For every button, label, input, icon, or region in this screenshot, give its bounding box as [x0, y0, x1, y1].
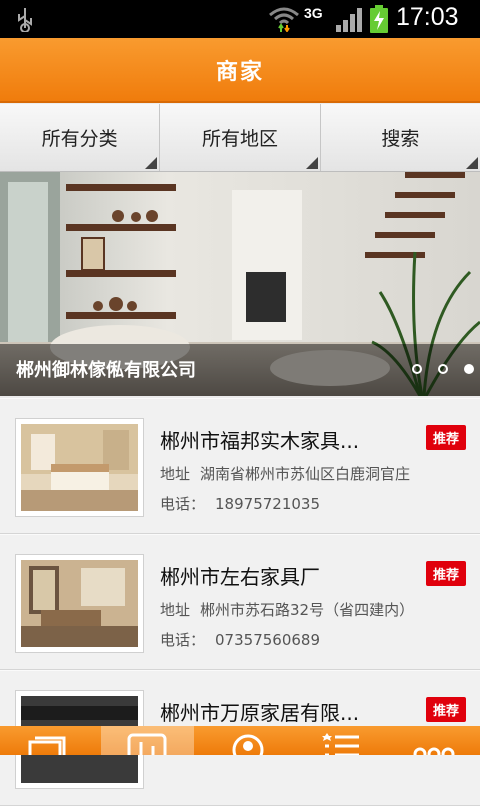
address-value: 郴州市苏石路32号（省四建内） [200, 601, 415, 619]
search-button[interactable]: 搜索 [321, 104, 480, 171]
phone-label: 电话： [160, 631, 206, 649]
merchant-address: 地址 湖南省郴州市苏仙区白鹿洞官庄 [160, 463, 410, 484]
list-icon [321, 733, 359, 755]
clock: 17:03 [396, 3, 459, 31]
wifi-icon [269, 7, 299, 32]
carousel-dot[interactable] [438, 364, 448, 374]
status-bar: 3G 17:03 [0, 0, 480, 38]
chart-icon [127, 733, 167, 755]
phone-value[interactable]: 07357560689 [215, 631, 320, 649]
nav-item-chart[interactable] [100, 726, 194, 755]
region-filter-button[interactable]: 所有地区 [160, 104, 321, 171]
merchant-name: 郴州市万原家居有限... [160, 701, 360, 725]
bedroom-image [21, 424, 138, 511]
nav-item-more[interactable] [387, 726, 480, 755]
battery-charging-icon [370, 5, 388, 33]
cards-icon [28, 736, 66, 755]
usb-icon [18, 8, 32, 32]
carousel-dot-active[interactable] [464, 364, 474, 374]
merchant-name: 郴州市福邦实木家具... [160, 429, 360, 453]
merchant-thumbnail [15, 554, 144, 653]
category-filter-button[interactable]: 所有分类 [0, 104, 161, 171]
title-bar: 商家 [0, 38, 480, 103]
merchant-phone: 电话： 18975721035 [160, 493, 320, 514]
merchant-thumbnail [15, 418, 144, 517]
carousel-indicator [412, 364, 474, 374]
banner-caption: 郴州御林傢俬有限公司 [16, 360, 196, 381]
dropdown-corner-icon [465, 157, 478, 169]
recommend-badge: 推荐 [425, 697, 466, 722]
bottom-nav [0, 726, 480, 755]
nav-item-person[interactable] [202, 726, 295, 755]
living-room-image [21, 560, 138, 647]
recommend-badge: 推荐 [425, 561, 466, 586]
merchant-address: 地址 郴州市苏石路32号（省四建内） [160, 599, 414, 620]
person-icon [232, 734, 264, 755]
dropdown-corner-icon [305, 157, 318, 169]
recommend-badge: 推荐 [425, 425, 466, 450]
nav-item-cards[interactable] [0, 726, 93, 755]
category-filter-label: 所有分类 [41, 128, 118, 150]
network-type: 3G [304, 5, 323, 21]
merchant-phone: 电话： 07357560689 [160, 629, 320, 650]
signal-icon [336, 8, 362, 32]
search-label: 搜索 [381, 128, 420, 150]
banner-carousel[interactable]: 郴州御林傢俬有限公司 [0, 172, 480, 396]
phone-value[interactable]: 18975721035 [215, 495, 320, 513]
dropdown-corner-icon [145, 157, 158, 169]
page-title: 商家 [215, 59, 264, 85]
address-label: 地址 [160, 465, 191, 483]
filter-bar: 所有分类 所有地区 搜索 [0, 104, 480, 172]
carousel-dot[interactable] [412, 364, 422, 374]
address-label: 地址 [160, 601, 191, 619]
merchant-card[interactable]: 郴州市福邦实木家具... 推荐 地址 湖南省郴州市苏仙区白鹿洞官庄 电话： 1897… [0, 398, 480, 534]
phone-label: 电话： [160, 495, 206, 513]
merchant-name: 郴州市左右家具厂 [160, 565, 320, 589]
region-filter-label: 所有地区 [201, 128, 278, 150]
address-value: 湖南省郴州市苏仙区白鹿洞官庄 [200, 465, 411, 483]
merchant-card[interactable]: 郴州市左右家具厂 推荐 地址 郴州市苏石路32号（省四建内） 电话： 0735756… [0, 534, 480, 670]
nav-item-list[interactable] [294, 726, 387, 755]
more-icon [413, 747, 455, 755]
